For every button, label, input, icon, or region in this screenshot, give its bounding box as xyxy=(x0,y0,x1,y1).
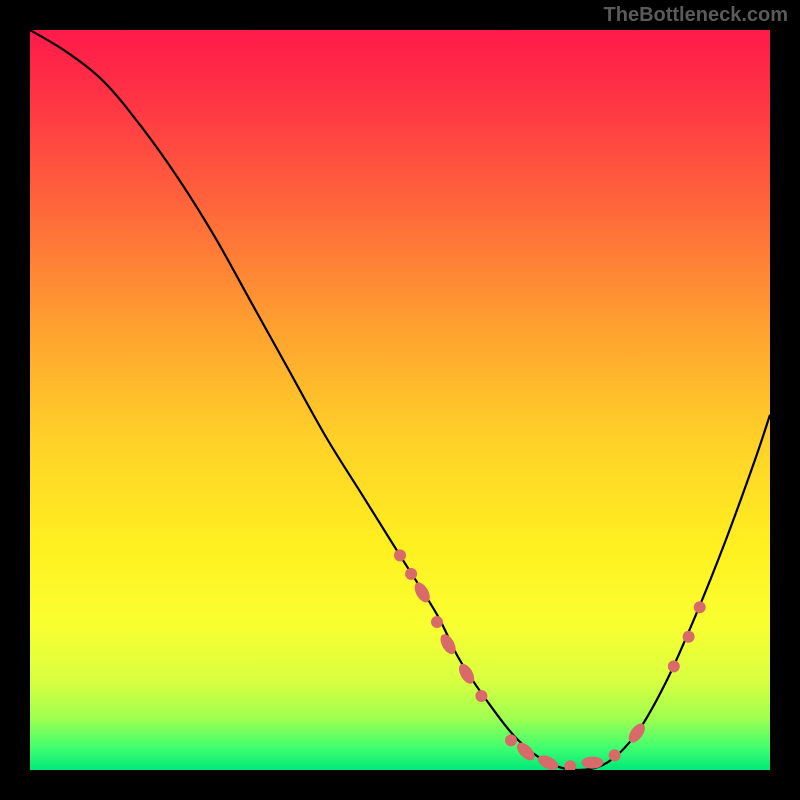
data-marker xyxy=(564,760,576,770)
data-marker xyxy=(694,601,706,613)
chart-svg xyxy=(30,30,770,770)
data-marker xyxy=(535,752,560,770)
watermark-text: TheBottleneck.com xyxy=(604,4,788,27)
data-marker xyxy=(514,739,538,763)
plot-area xyxy=(30,30,770,770)
data-marker xyxy=(668,660,680,672)
data-marker xyxy=(394,549,406,561)
data-marker xyxy=(431,616,443,628)
bottleneck-curve xyxy=(30,30,770,770)
data-marker xyxy=(505,734,517,746)
markers-group xyxy=(394,549,706,770)
data-marker xyxy=(581,757,603,769)
data-marker xyxy=(609,749,621,761)
data-marker xyxy=(683,631,695,643)
data-marker xyxy=(405,568,417,580)
data-marker xyxy=(475,690,487,702)
